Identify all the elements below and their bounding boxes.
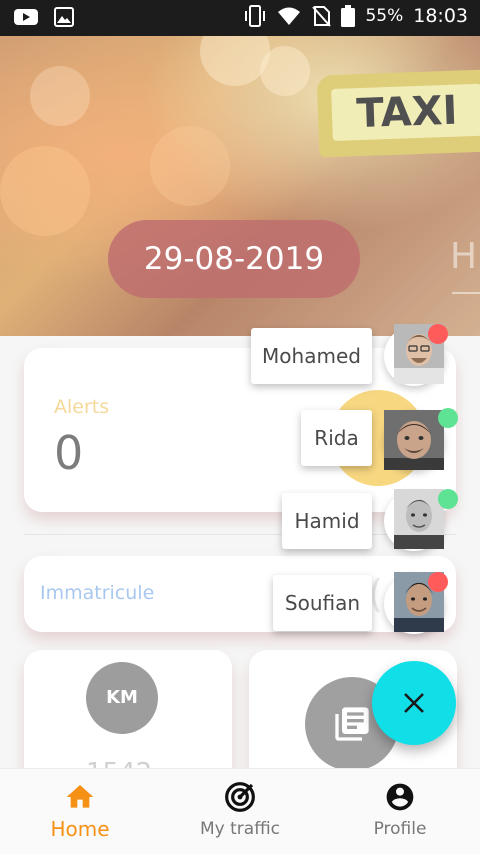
account-circle-icon <box>386 783 414 811</box>
wifi-icon <box>278 7 301 25</box>
status-offline-indicator <box>428 572 448 592</box>
status-bar: 55% 18:03 <box>0 0 480 36</box>
vibrate-icon <box>245 5 266 27</box>
km-badge: KM <box>86 662 158 734</box>
battery-percent: 55% <box>365 6 404 26</box>
header-banner: TAXI 29-08-2019 H <box>0 36 480 336</box>
nav-profile[interactable]: Profile <box>320 769 480 854</box>
nav-label: Profile <box>373 819 427 839</box>
no-sim-icon <box>312 6 332 27</box>
close-icon <box>404 693 424 713</box>
nav-label: Home <box>50 817 110 841</box>
avatar[interactable] <box>384 324 448 386</box>
status-online-indicator <box>438 408 458 428</box>
avatar[interactable] <box>384 572 448 634</box>
contact-name[interactable]: Rida <box>301 410 372 466</box>
immatricule-label: Immatricule <box>40 582 155 604</box>
youtube-icon <box>14 9 38 25</box>
next-slide-peek: H <box>450 236 478 277</box>
battery-icon <box>341 5 356 27</box>
date-pill[interactable]: 29-08-2019 <box>108 220 360 298</box>
radar-icon <box>225 782 255 812</box>
contact-name[interactable]: Hamid <box>282 493 372 549</box>
contact-name[interactable]: Mohamed <box>251 328 372 384</box>
home-icon <box>66 785 94 808</box>
nav-label: My traffic <box>200 819 280 839</box>
status-online-indicator <box>438 489 458 509</box>
avatar[interactable] <box>384 489 458 551</box>
contact-name[interactable]: Soufian <box>273 575 372 631</box>
status-offline-indicator <box>428 324 448 344</box>
nav-home[interactable]: Home <box>0 769 160 854</box>
clock: 18:03 <box>413 5 468 27</box>
alerts-label: Alerts <box>54 396 110 418</box>
bottom-navigation: Home My traffic Profile <box>0 768 480 854</box>
close-speed-dial-button[interactable] <box>372 661 456 745</box>
alerts-count: 0 <box>54 426 84 480</box>
image-icon <box>54 7 74 27</box>
nav-my-traffic[interactable]: My traffic <box>160 769 320 854</box>
avatar[interactable] <box>384 408 458 470</box>
